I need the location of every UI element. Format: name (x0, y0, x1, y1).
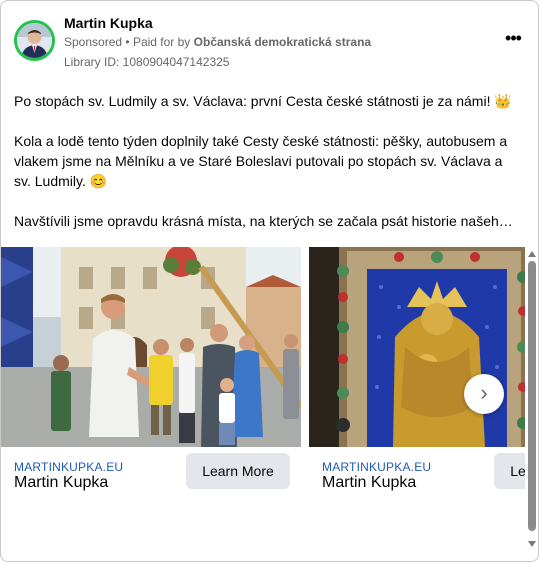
more-options-icon[interactable]: ••• (502, 29, 524, 53)
vertical-scrollbar[interactable] (525, 247, 538, 553)
scroll-down-arrow-icon[interactable] (528, 541, 536, 547)
card-domain[interactable]: MARTINKUPKA.EU (322, 460, 431, 474)
sponsored-line: Sponsored • Paid for by Občanská demokra… (64, 35, 371, 49)
profile-avatar[interactable] (14, 20, 55, 61)
card-domain[interactable]: MARTINKUPKA.EU (14, 460, 123, 474)
post-header: Martin Kupka Sponsored • Paid for by Obč… (14, 13, 524, 73)
paid-for-by-link[interactable]: Občanská demokratická strana (194, 35, 371, 49)
post-paragraph: Kola a lodě tento týden doplnily také Ce… (14, 133, 508, 189)
scroll-up-arrow-icon[interactable] (528, 251, 536, 257)
carousel-image-reliquary-icon[interactable] (309, 247, 525, 447)
carousel-image-crowd-square[interactable] (1, 247, 301, 447)
learn-more-button[interactable]: Learn More (186, 453, 290, 489)
paid-for-prefix: Paid for by (132, 35, 191, 49)
separator-dot: • (125, 35, 133, 49)
sponsored-label: Sponsored (64, 35, 123, 49)
author-name[interactable]: Martin Kupka (64, 15, 153, 31)
post-paragraph: Po stopách sv. Ludmily a sv. Václava: pr… (14, 93, 512, 109)
scrollbar-thumb[interactable] (528, 261, 536, 531)
carousel-card[interactable]: MARTINKUPKA.EU Martin Kupka Learn More (1, 247, 301, 507)
avatar-photo (17, 23, 52, 58)
learn-more-button[interactable]: Learn More (494, 453, 525, 489)
post-text: Po stopách sv. Ludmily a sv. Václava: pr… (14, 91, 519, 251)
post-paragraph-truncated[interactable]: Navštívili jsme opravdu krásná místa, na… (14, 211, 519, 231)
ad-carousel: MARTINKUPKA.EU Martin Kupka Learn More M… (1, 247, 525, 507)
card-title[interactable]: Martin Kupka (322, 474, 416, 492)
ad-card: Martin Kupka Sponsored • Paid for by Obč… (0, 0, 539, 562)
chevron-right-icon[interactable]: › (464, 374, 504, 414)
card-title[interactable]: Martin Kupka (14, 474, 108, 492)
library-id: Library ID: 1080904047142325 (64, 55, 230, 69)
